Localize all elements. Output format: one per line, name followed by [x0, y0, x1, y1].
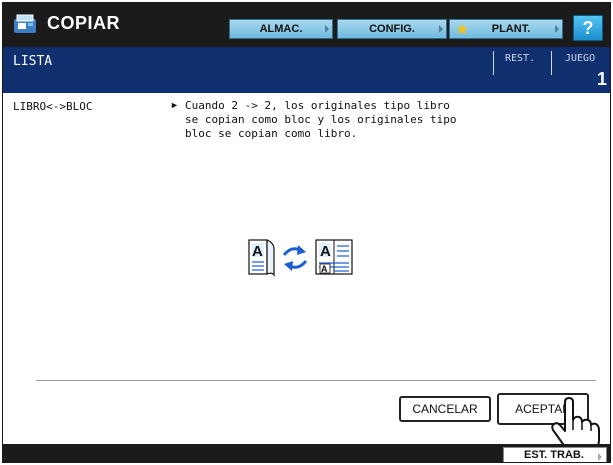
config-label: CONFIG. — [369, 23, 415, 35]
book-bloc-swap-icon: A A A — [248, 239, 353, 277]
book-document-icon: A — [248, 239, 275, 277]
almac-label: ALMAC. — [259, 23, 303, 35]
header-bar: LISTA REST. JUEGO 1 — [3, 47, 610, 93]
copier-icon — [14, 14, 36, 33]
star-icon: ★ — [456, 21, 469, 37]
arrow-right-icon — [555, 25, 559, 33]
function-description: Cuando 2 -> 2, los originales tipo libro… — [185, 99, 457, 140]
top-bar: COPIAR ALMAC. CONFIG. ★ PLANT. ? — [3, 3, 610, 47]
svg-text:A: A — [320, 243, 331, 260]
plant-button[interactable]: ★ PLANT. — [449, 19, 563, 39]
job-status-button[interactable]: EST. TRAB. — [503, 447, 607, 462]
bloc-document-icon: A A — [315, 239, 353, 275]
arrow-right-icon — [325, 25, 329, 33]
app-title: COPIAR — [47, 13, 121, 33]
copy-screen: COPIAR ALMAC. CONFIG. ★ PLANT. ? LISTA R… — [2, 2, 611, 463]
divider — [36, 380, 596, 381]
juego-label: JUEGO — [565, 53, 596, 64]
arrow-right-icon — [439, 25, 443, 33]
page-title: LISTA — [13, 54, 53, 69]
swap-arrows-icon — [282, 245, 308, 271]
arrow-right-icon — [598, 453, 602, 461]
job-status-label: EST. TRAB. — [524, 449, 584, 461]
juego-count: 1 — [597, 69, 608, 89]
rest-label: REST. — [505, 53, 536, 64]
almac-button[interactable]: ALMAC. — [229, 19, 333, 39]
config-button[interactable]: CONFIG. — [337, 19, 447, 39]
help-button[interactable]: ? — [573, 15, 603, 41]
svg-text:A: A — [252, 243, 263, 260]
svg-text:A: A — [321, 264, 328, 274]
divider — [493, 51, 494, 75]
plant-label: PLANT. — [491, 23, 531, 35]
cancel-button[interactable]: CANCELAR — [399, 396, 491, 422]
bullet-arrow-icon: ► — [170, 100, 179, 110]
function-name: LIBRO<->BLOC — [13, 100, 93, 113]
divider — [551, 51, 552, 75]
